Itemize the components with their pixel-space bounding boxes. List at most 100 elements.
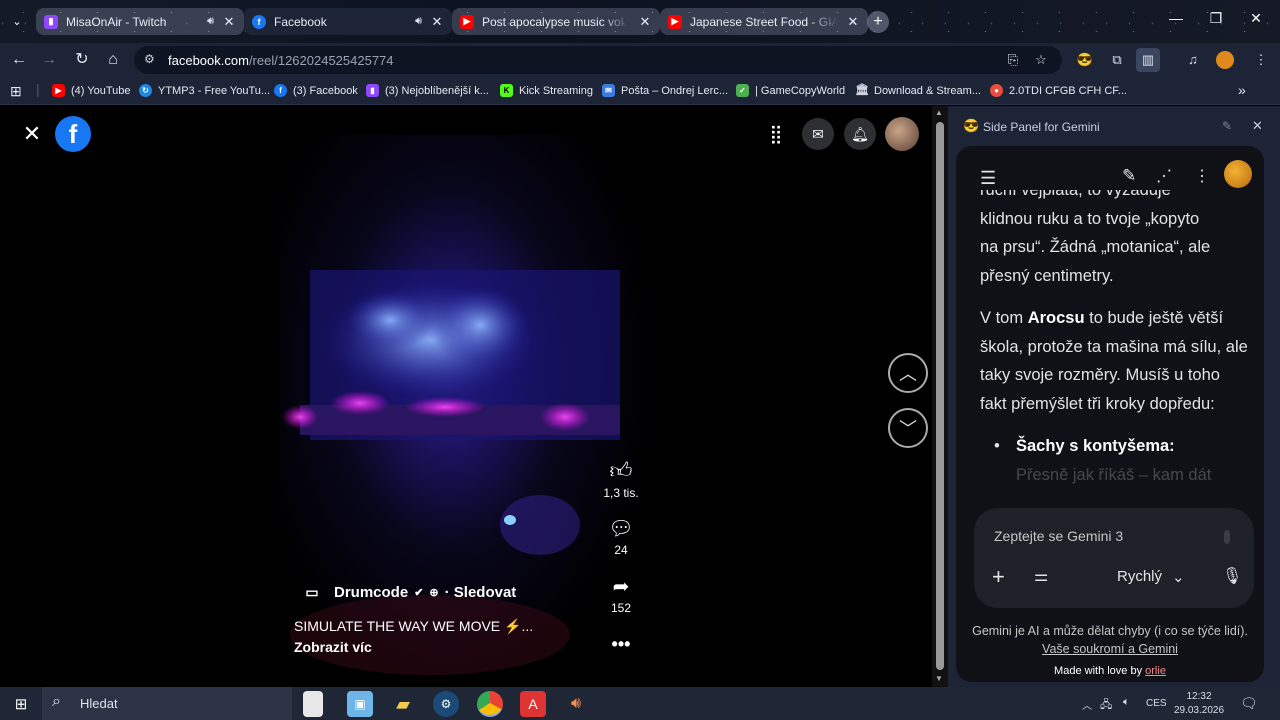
show-more-link[interactable]: Zobrazit víc (294, 639, 372, 655)
clock-time[interactable]: 12:32 (1176, 691, 1222, 702)
bookmark-label: 2.0TDI CFGB CFH CF... (1009, 84, 1127, 97)
scroll-down-icon[interactable]: ▼ (935, 674, 943, 683)
network-icon[interactable]: 🖧︎ (1100, 696, 1112, 715)
bookmark-facebook[interactable]: f (3) Facebook (274, 84, 358, 97)
minimize-icon[interactable]: — (1166, 10, 1186, 26)
prompt-input[interactable]: Zeptejte se Gemini 3 (994, 528, 1123, 544)
forward-icon[interactable]: → (38, 49, 60, 71)
notepad-icon[interactable] (303, 691, 323, 717)
site-settings-icon[interactable]: ⚙ (144, 52, 155, 66)
tab-youtube-music[interactable]: ▶ Post apocalypse music vol.1 - Yo ✕ (452, 8, 660, 35)
language-indicator[interactable]: CES (1146, 698, 1167, 709)
tab-title: Facebook (274, 14, 327, 29)
tray-chevron-icon[interactable]: ︿ (1082, 697, 1092, 712)
clock-date[interactable]: 29.03.2026 (1170, 705, 1228, 716)
page-scrollbar[interactable]: ▲ ▼ (932, 106, 948, 687)
microphone-icon[interactable]: 🎙︎ (1222, 566, 1242, 586)
close-tab-icon[interactable]: ✕ (430, 14, 444, 30)
privacy-link[interactable]: Vaše soukromí a Gemini (1042, 642, 1178, 656)
tab-twitch[interactable]: ▮ MisaOnAir - Twitch 🔊︎ ✕ (36, 8, 244, 35)
tools-sliders-icon[interactable]: ⚌ (1034, 566, 1048, 586)
bookmark-posta[interactable]: ✉ Pošta – Ondrej Lerc... (602, 84, 728, 97)
bookmark-ytmp3[interactable]: ↻ YTMP3 - Free YouTu... (139, 84, 270, 97)
volume-icon[interactable]: 🔈︎ (1123, 696, 1130, 709)
bookmark-tdi[interactable]: ● 2.0TDI CFGB CFH CF... (990, 84, 1127, 97)
author-avatar-icon[interactable]: ▭ (300, 584, 324, 601)
notifications-bell-icon[interactable]: 🔔︎ (844, 118, 876, 150)
like-button[interactable]: 👍︎ 1,3 tis. (601, 457, 641, 500)
speaker-icon[interactable]: 🔊︎ (207, 15, 214, 28)
new-chat-edit-icon[interactable]: ✎ (1122, 166, 1136, 186)
divider: | (36, 81, 40, 97)
restore-icon[interactable]: ❐ (1206, 10, 1226, 27)
tab-youtube-food[interactable]: ▶ Japanese Street Food - GIANT ✕ (660, 8, 868, 35)
model-mode-select[interactable]: Rychlý ⌄ (1117, 568, 1185, 586)
side-panel-icon[interactable]: ▥ (1136, 48, 1160, 72)
bookmark-youtube[interactable]: ▶ (4) YouTube (52, 84, 131, 97)
scrollbar-thumb[interactable] (936, 122, 944, 670)
notifications-icon[interactable]: 🗨︎ (1240, 695, 1258, 712)
acrobat-icon[interactable]: A (520, 691, 546, 717)
messenger-icon[interactable]: ✉ (802, 118, 834, 150)
follow-link[interactable]: · Sledovat (445, 584, 517, 601)
bookmark-twitch[interactable]: ▮ (3) Nejoblíbenější k... (366, 84, 489, 97)
chrome-icon[interactable] (477, 691, 503, 717)
extension-emoji-icon[interactable]: 😎 (1076, 51, 1094, 69)
install-app-icon[interactable]: ⎘ (1004, 51, 1022, 69)
address-bar[interactable]: ⚙ facebook.com/reel/1262024525425774 (134, 46, 1062, 74)
share-button[interactable]: ➦ 152 (601, 574, 641, 615)
bookmark-label: Download & Stream... (874, 84, 981, 97)
home-icon[interactable]: ⌂ (102, 49, 124, 71)
comment-bubble-icon: 💬︎ (608, 518, 634, 540)
close-reel-icon[interactable]: ✕ (20, 121, 44, 146)
close-panel-icon[interactable]: ✕ (1252, 118, 1263, 134)
more-bookmarks-chevron-icon[interactable]: » (1238, 82, 1246, 98)
media-controls-icon[interactable]: ♫ (1184, 51, 1202, 69)
bookmark-label: (3) Facebook (293, 84, 358, 97)
audio-app-icon[interactable]: 🔊︎ (563, 691, 589, 717)
taskbar-search[interactable]: ⌕ Hledat (42, 687, 292, 720)
paragraph-prefix: V tom (980, 309, 1028, 327)
menu-kebab-icon[interactable]: ⋮ (1252, 51, 1270, 69)
comment-button[interactable]: 💬︎ 24 (601, 516, 641, 557)
apps-grid-icon[interactable]: ⊞ (10, 83, 22, 100)
previous-reel-up-icon[interactable]: ︿ (888, 353, 928, 393)
hamburger-menu-icon[interactable]: ☰ (980, 168, 996, 189)
pin-icon[interactable]: ✎ (1222, 119, 1232, 133)
close-tab-icon[interactable]: ✕ (846, 14, 860, 30)
user-avatar[interactable] (885, 117, 919, 151)
back-icon[interactable]: ← (8, 49, 30, 71)
tab-facebook[interactable]: f Facebook 🔊︎ ✕ (244, 8, 452, 35)
tab-search-chevron-icon[interactable]: ⌄ (6, 10, 28, 32)
profile-avatar[interactable] (1216, 51, 1234, 69)
file-explorer-icon[interactable]: ▰ (390, 691, 416, 717)
reload-icon[interactable]: ↻ (71, 49, 93, 71)
explorer-window-icon[interactable]: ▣ (347, 691, 373, 717)
menu-grid-icon[interactable]: ⣿ (760, 118, 792, 150)
bookmark-gamecopyworld[interactable]: ✓ | GameCopyWorld (736, 84, 845, 97)
kick-icon: K (500, 84, 513, 97)
gemini-user-avatar[interactable] (1224, 160, 1252, 188)
bookmark-download[interactable]: 🏛︎ Download & Stream... (855, 84, 981, 97)
author-name[interactable]: Drumcode (334, 584, 408, 601)
close-window-icon[interactable]: ✕ (1246, 10, 1266, 27)
scroll-up-icon[interactable]: ▲ (935, 108, 943, 117)
reel-author-row: ▭ Drumcode ✔ ⊕ · Sledovat (300, 584, 516, 601)
close-tab-icon[interactable]: ✕ (638, 14, 652, 30)
new-tab-button[interactable]: + (867, 11, 889, 33)
author-link[interactable]: orlie (1145, 665, 1166, 677)
facebook-logo-icon[interactable]: f (55, 116, 91, 152)
more-options-icon[interactable]: ••• (601, 634, 641, 655)
add-attachment-icon[interactable]: + (992, 566, 1005, 588)
steam-icon[interactable]: ⚙ (433, 691, 459, 717)
bookmark-kick[interactable]: K Kick Streaming (500, 84, 593, 97)
bookmark-star-icon[interactable]: ☆ (1032, 51, 1050, 69)
share-icon[interactable]: ⋰ (1156, 166, 1172, 186)
extensions-icon[interactable]: ⧉ (1108, 51, 1126, 69)
kebab-menu-icon[interactable]: ⋮ (1194, 166, 1210, 186)
close-tab-icon[interactable]: ✕ (222, 14, 236, 30)
windows-start-icon[interactable]: ⊞ (8, 691, 34, 717)
next-reel-down-icon[interactable]: ﹀ (888, 408, 928, 448)
facebook-icon: f (252, 14, 266, 29)
speaker-icon[interactable]: 🔊︎ (415, 15, 422, 28)
